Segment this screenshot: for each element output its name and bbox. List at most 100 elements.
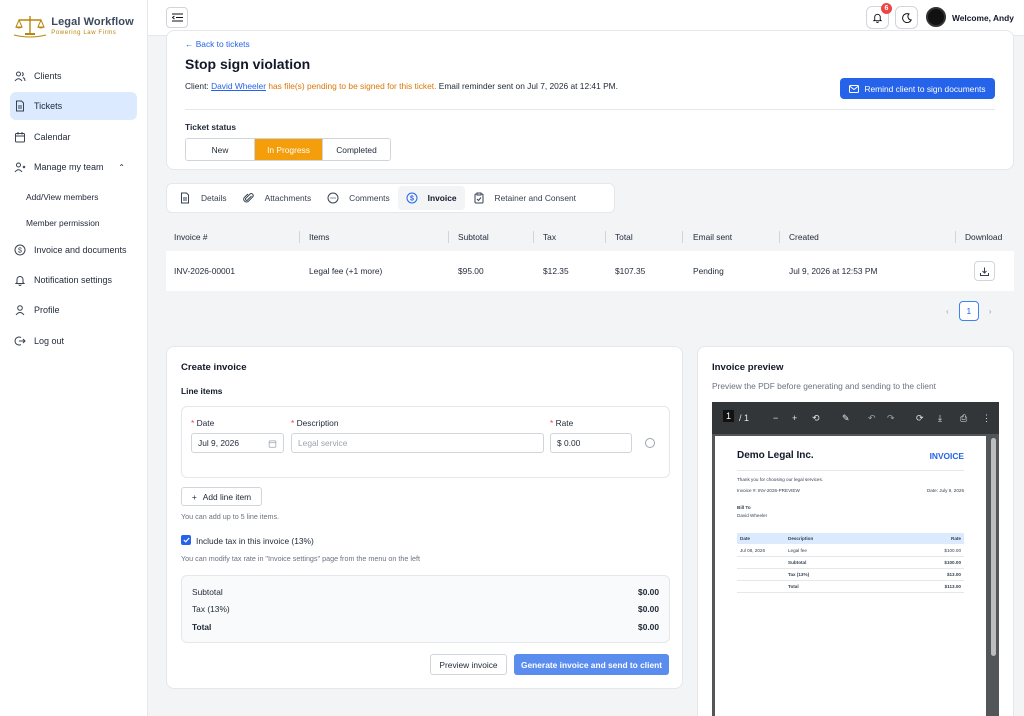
more-options-icon[interactable]: ⋮ <box>982 413 991 424</box>
prev-page-button[interactable]: ‹ <box>946 306 949 316</box>
notification-count-badge: 6 <box>881 3 892 14</box>
theme-toggle-button[interactable] <box>895 6 918 29</box>
page-number-current[interactable]: 1 <box>958 301 979 321</box>
calendar-icon <box>268 440 277 448</box>
remind-client-button[interactable]: Remind client to sign documents <box>840 78 995 99</box>
rate-label: * Rate <box>550 418 574 428</box>
invoice-preview-title: Invoice preview <box>712 362 784 373</box>
tax-rate-hint: You can modify tax rate in "Invoice sett… <box>181 554 420 563</box>
tab-invoice[interactable]: $ Invoice <box>397 186 465 210</box>
brand-logo[interactable]: Legal Workflow Powering Law Firms <box>0 0 147 52</box>
chevron-up-icon: ⌃ <box>118 162 125 172</box>
column-divider <box>448 231 449 243</box>
pdf-total-label: Total <box>788 584 799 589</box>
sidebar-item-tickets[interactable]: Tickets <box>10 92 137 121</box>
sidebar-item-manage-team[interactable]: Manage my team ⌃ <box>10 153 137 181</box>
sidebar-item-logout[interactable]: Log out <box>10 327 137 355</box>
remove-line-item-icon[interactable] <box>645 438 655 448</box>
print-icon[interactable]: ⎙ <box>960 413 967 424</box>
sidebar-item-clients[interactable]: Clients <box>10 62 137 90</box>
sidebar-item-invoice-documents[interactable]: $ Invoice and documents <box>10 236 137 264</box>
pdf-page-input[interactable]: 1 <box>723 410 735 422</box>
client-name-link[interactable]: David Wheeler <box>211 81 266 91</box>
brand-subtitle: Powering Law Firms <box>51 29 117 36</box>
download-icon <box>980 267 989 276</box>
document-icon <box>16 100 24 112</box>
rotate-icon[interactable]: ⟳ <box>916 413 924 424</box>
date-input[interactable]: Jul 9, 2026 <box>191 433 284 453</box>
fit-page-icon[interactable]: ⟲ <box>812 413 820 424</box>
tax-label: Tax (13%) <box>192 604 230 614</box>
sidebar-item-label: Member permission <box>26 217 100 228</box>
client-prefix: Client: <box>185 81 209 91</box>
menu-toggle-button[interactable] <box>166 7 188 28</box>
bell-icon <box>14 276 26 286</box>
pdf-bill-to: Bill To <box>737 505 751 510</box>
status-option-in-progress[interactable]: In Progress <box>255 139 323 160</box>
draw-icon[interactable]: ✎ <box>842 413 850 424</box>
zoom-in-icon[interactable]: + <box>792 413 797 423</box>
column-header-created: Created <box>789 232 819 242</box>
mail-icon <box>849 84 860 93</box>
subtotal-value: $0.00 <box>638 587 659 597</box>
calendar-icon <box>15 131 25 143</box>
divider <box>737 568 964 569</box>
subtotal-cell: $95.00 <box>458 266 484 276</box>
tab-retainer-consent[interactable]: Retainer and Consent <box>465 186 584 210</box>
download-invoice-button[interactable] <box>974 261 995 281</box>
total-row: Total $0.00 <box>192 622 659 632</box>
download-icon[interactable]: ⤓ <box>938 413 942 424</box>
brand-title: Legal Workflow <box>51 15 134 28</box>
redo-icon[interactable]: ↷ <box>887 413 895 424</box>
created-cell: Jul 9, 2026 at 12:53 PM <box>789 266 878 276</box>
clipboard-icon <box>474 192 484 204</box>
create-invoice-title: Create invoice <box>181 362 247 373</box>
tab-comments[interactable]: Comments <box>319 186 398 210</box>
divider <box>737 470 964 471</box>
sidebar-item-member-permission[interactable]: Member permission <box>10 210 137 236</box>
rate-input[interactable]: $ 0.00 <box>550 433 632 453</box>
generate-invoice-button[interactable]: Generate invoice and send to client <box>514 654 669 675</box>
next-page-button[interactable]: › <box>989 306 992 316</box>
description-input[interactable]: Legal service <box>291 433 544 453</box>
pdf-invoice-number: Invoice #: INV-2026-PREVIEW <box>737 488 800 493</box>
status-option-completed[interactable]: Completed <box>323 139 390 160</box>
sidebar-item-profile[interactable]: Profile <box>10 296 137 324</box>
column-divider <box>955 231 956 243</box>
sidebar-item-label: Invoice and documents <box>34 244 127 255</box>
tab-label: Comments <box>349 193 390 203</box>
pdf-scrollbar[interactable] <box>991 438 996 656</box>
pdf-total-value: $113.00 <box>944 584 961 589</box>
avatar[interactable] <box>926 7 946 27</box>
create-invoice-card: Create invoice Line items * Date Jul 9, … <box>166 346 683 689</box>
pdf-company-name: Demo Legal Inc. <box>737 450 814 461</box>
pdf-row-date: Jul 08, 2026 <box>740 548 766 553</box>
notifications-button[interactable]: 6 <box>866 3 892 29</box>
sidebar-item-add-view-members[interactable]: Add/View members <box>10 184 137 210</box>
include-tax-checkbox[interactable] <box>181 535 191 545</box>
back-to-tickets-link[interactable]: ← Back to tickets <box>185 39 250 49</box>
divider <box>737 580 964 581</box>
add-line-item-button[interactable]: + Add line item <box>181 487 262 506</box>
logout-icon <box>14 336 26 346</box>
preview-invoice-button[interactable]: Preview invoice <box>430 654 507 675</box>
date-label: * Date <box>191 418 215 428</box>
sidebar-item-calendar[interactable]: Calendar <box>10 123 137 151</box>
zoom-out-icon[interactable]: − <box>773 413 778 423</box>
sidebar-item-label: Add/View members <box>26 191 99 202</box>
sidebar-item-label: Notification settings <box>34 274 113 285</box>
svg-text:$: $ <box>410 196 414 203</box>
tab-attachments[interactable]: Attachments <box>235 186 320 210</box>
tab-label: Details <box>201 193 227 203</box>
status-option-new[interactable]: New <box>186 139 255 160</box>
pdf-viewer[interactable]: 1 / 1 − + ⟲ ✎ ↶ ↷ ⟳ ⤓ ⎙ ⋮ Demo Legal Inc… <box>712 402 999 716</box>
email-sent-cell: Pending <box>693 266 724 276</box>
add-line-item-label: Add line item <box>202 491 252 502</box>
sidebar-item-notification-settings[interactable]: Notification settings <box>10 266 137 294</box>
pdf-client-name: David Wheeler <box>737 513 768 518</box>
column-header-email-sent: Email sent <box>693 232 733 242</box>
invoice-preview-card: Invoice preview Preview the PDF before g… <box>697 346 1014 716</box>
sidebar-item-label: Tickets <box>34 101 63 112</box>
tab-details[interactable]: Details <box>171 186 235 210</box>
undo-icon[interactable]: ↶ <box>868 413 876 424</box>
